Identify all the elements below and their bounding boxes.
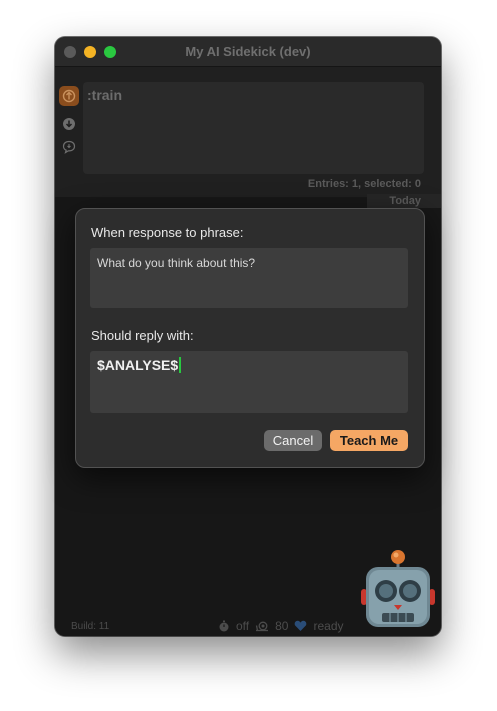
group-header-today: Today (389, 195, 421, 207)
reply-field-content: $ANALYSE$ (97, 357, 182, 373)
sidebar-item-download[interactable] (62, 117, 76, 131)
snail-icon (255, 621, 269, 632)
speech-bubble-icon (62, 140, 76, 154)
download-icon (63, 118, 75, 130)
command-value: :train (87, 87, 122, 103)
reply-label: Should reply with: (91, 328, 194, 343)
teach-dialog: When response to phrase: What do you thi… (75, 208, 425, 468)
status-value: 80 (275, 619, 289, 633)
build-label: Build: 11 (71, 621, 110, 632)
phrase-value: What do you think about this? (97, 256, 256, 270)
sidebar-item-sidekick[interactable] (59, 86, 79, 106)
status-indicators: off 80 ready (218, 619, 344, 633)
reply-field[interactable]: $ANALYSE$ (90, 351, 408, 413)
text-caret (179, 357, 182, 373)
title-bar: My AI Sidekick (dev) (55, 37, 441, 67)
status-state: ready (313, 619, 344, 633)
stopwatch-icon (219, 620, 229, 632)
entries-summary: Entries: 1, selected: 0 (307, 178, 421, 190)
phrase-label: When response to phrase: (91, 225, 244, 240)
window-title: My AI Sidekick (dev) (185, 44, 311, 59)
phrase-field[interactable]: What do you think about this? (90, 248, 408, 308)
reply-value: $ANALYSE$ (97, 357, 179, 373)
cancel-button[interactable]: Cancel (264, 430, 322, 451)
timer-state: off (236, 619, 250, 633)
sidekick-icon (62, 89, 76, 103)
teach-me-button[interactable]: Teach Me (330, 430, 408, 451)
sidebar-item-chat[interactable] (62, 140, 76, 154)
command-input[interactable]: :train (83, 82, 424, 174)
heart-icon (295, 620, 307, 631)
robot-icon (361, 550, 435, 627)
